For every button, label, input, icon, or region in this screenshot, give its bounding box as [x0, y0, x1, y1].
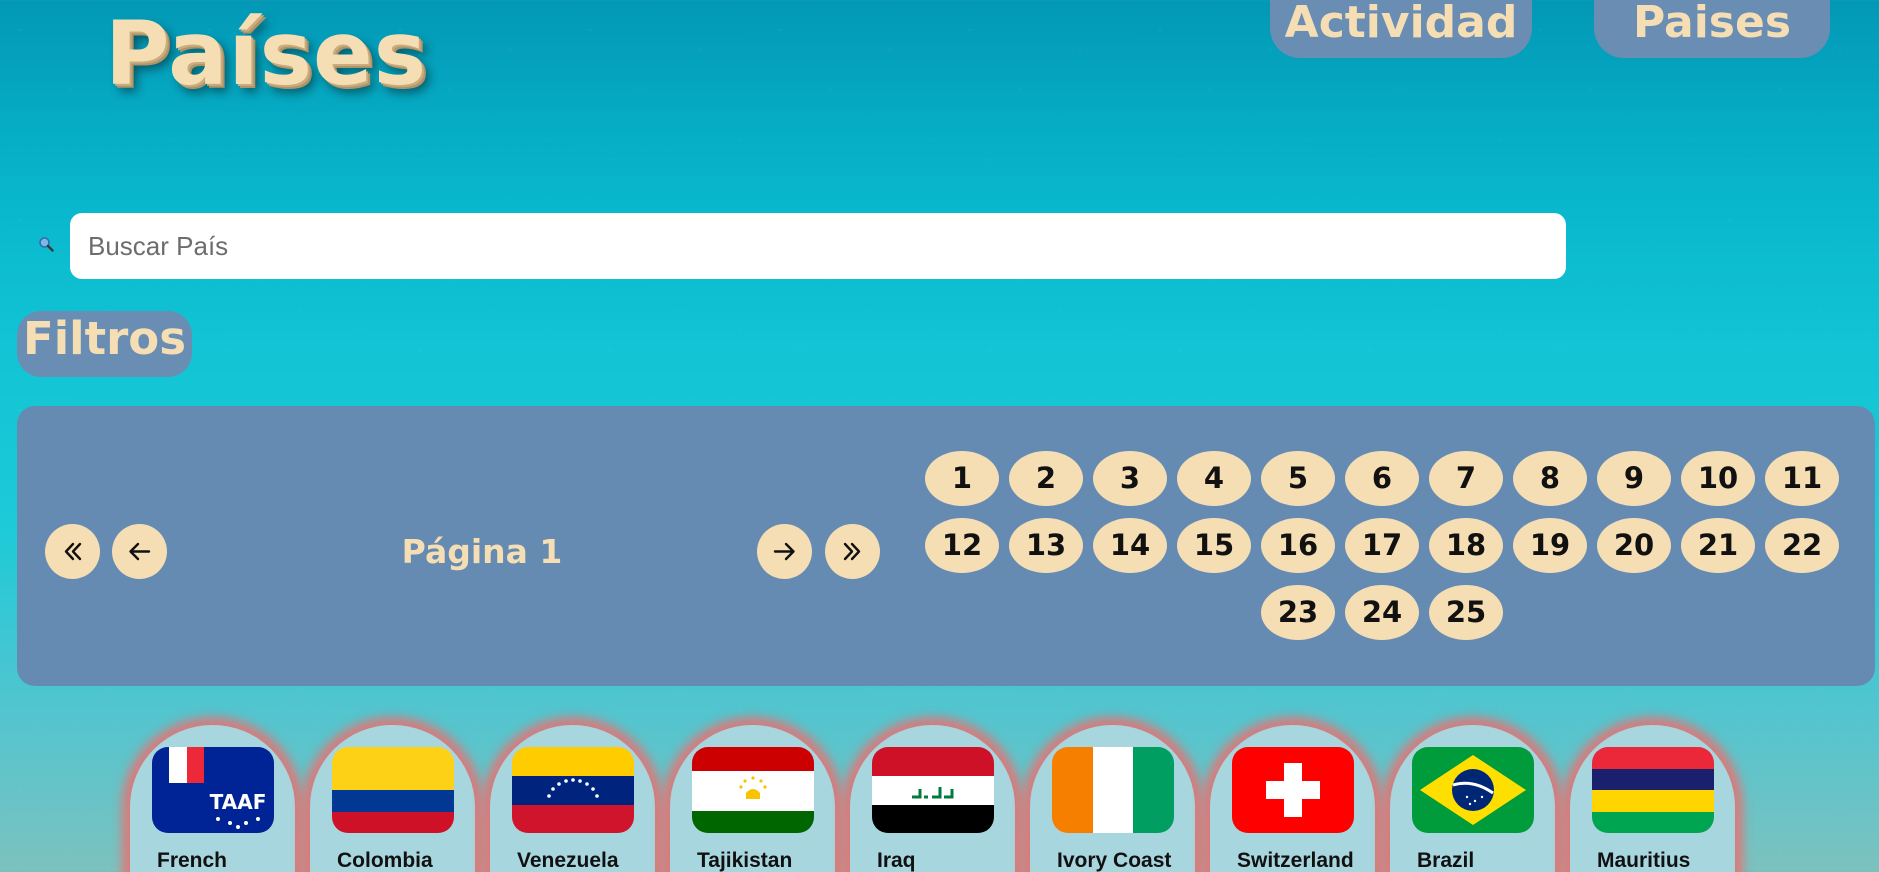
arrow-right-icon [773, 542, 795, 561]
page-number-button[interactable]: 5 [1261, 451, 1335, 506]
page-number-button[interactable]: 7 [1429, 451, 1503, 506]
country-name: Ivory Coast [1057, 849, 1172, 872]
ivory-coast-flag [1052, 747, 1174, 833]
country-card[interactable]: Tajikistan [670, 725, 835, 872]
search-input[interactable] [70, 213, 1566, 279]
arrow-left-icon [129, 542, 151, 561]
country-card[interactable]: TAAF French [130, 725, 295, 872]
next-page-button[interactable] [757, 524, 812, 579]
colombia-flag [332, 747, 454, 833]
page-number-button[interactable]: 10 [1681, 451, 1755, 506]
country-card[interactable]: Iraq [850, 725, 1015, 872]
country-card[interactable]: Brazil [1390, 725, 1555, 872]
page-number-button[interactable]: 8 [1513, 451, 1587, 506]
current-page-label: Página 1 [401, 532, 563, 571]
page-number-button[interactable]: 24 [1345, 585, 1419, 640]
page-number-button[interactable]: 14 [1093, 518, 1167, 573]
page-number-button[interactable]: 20 [1597, 518, 1671, 573]
venezuela-flag [512, 747, 634, 833]
country-name: Colombia [337, 849, 433, 872]
svg-text:TAAF: TAAF [210, 790, 267, 814]
page-number-button[interactable]: 11 [1765, 451, 1839, 506]
switzerland-flag [1232, 747, 1354, 833]
page-number-button[interactable]: 15 [1177, 518, 1251, 573]
page-number-button[interactable]: 1 [925, 451, 999, 506]
page-number-button[interactable]: 23 [1261, 585, 1335, 640]
pagination-panel: Página 1 1 2 3 4 5 6 7 8 9 10 11 12 13 1… [17, 406, 1875, 686]
country-card[interactable]: Mauritius [1570, 725, 1735, 872]
country-card[interactable]: Venezuela [490, 725, 655, 872]
country-name: Switzerland [1237, 849, 1354, 872]
country-card[interactable]: Ivory Coast [1030, 725, 1195, 872]
search-icon [39, 237, 54, 252]
tajikistan-flag [692, 747, 814, 833]
brazil-flag [1412, 747, 1534, 833]
country-name: Venezuela [517, 849, 619, 872]
page-number-button[interactable]: 4 [1177, 451, 1251, 506]
nav-actividad-button[interactable]: Actividad [1270, 0, 1532, 58]
last-page-button[interactable] [825, 524, 880, 579]
country-card[interactable]: Switzerland [1210, 725, 1375, 872]
french-southern-territories-flag: TAAF [152, 747, 274, 833]
country-name: Brazil [1417, 849, 1475, 872]
page-number-button[interactable]: 9 [1597, 451, 1671, 506]
page-number-button[interactable]: 12 [925, 518, 999, 573]
page-number-button[interactable]: 13 [1009, 518, 1083, 573]
page-number-button[interactable]: 19 [1513, 518, 1587, 573]
page-number-button[interactable]: 22 [1765, 518, 1839, 573]
first-page-button[interactable] [45, 524, 100, 579]
page-number-button[interactable]: 25 [1429, 585, 1503, 640]
country-name: Mauritius [1597, 849, 1691, 872]
page-number-button[interactable]: 16 [1261, 518, 1335, 573]
filters-button[interactable]: Filtros [17, 311, 192, 377]
page-number-button[interactable]: 17 [1345, 518, 1419, 573]
country-name: Tajikistan [697, 849, 793, 872]
country-name: French [157, 849, 228, 872]
page-title: Países [105, 2, 428, 105]
mauritius-flag [1592, 747, 1714, 833]
nav-paises-button[interactable]: Paises [1594, 0, 1830, 58]
previous-page-button[interactable] [112, 524, 167, 579]
page-number-button[interactable]: 2 [1009, 451, 1083, 506]
country-cards-list: TAAF French Colombia Venezuela Tajikista… [0, 725, 1879, 872]
double-chevron-left-icon [64, 542, 82, 561]
page-number-button[interactable]: 21 [1681, 518, 1755, 573]
country-card[interactable]: Colombia [310, 725, 475, 872]
country-name: Iraq [877, 849, 916, 872]
page-number-button[interactable]: 18 [1429, 518, 1503, 573]
page-number-button[interactable]: 3 [1093, 451, 1167, 506]
double-chevron-right-icon [843, 542, 861, 561]
page-number-button[interactable]: 6 [1345, 451, 1419, 506]
iraq-flag [872, 747, 994, 833]
